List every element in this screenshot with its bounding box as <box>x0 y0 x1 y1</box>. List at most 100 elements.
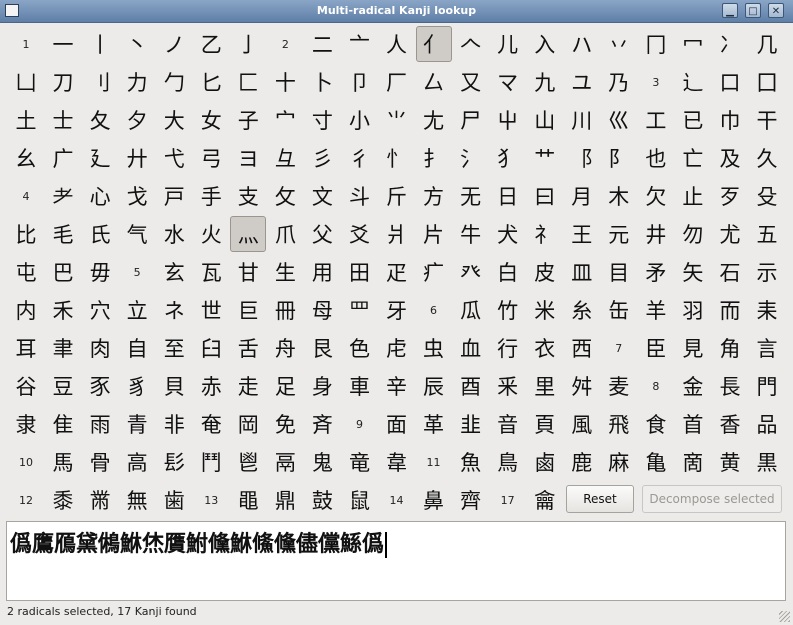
radical-button[interactable]: 勹 <box>156 64 192 100</box>
radical-button[interactable]: 及 <box>712 140 748 176</box>
radical-button[interactable]: 角 <box>712 330 748 366</box>
radical-button[interactable]: 礻 <box>527 216 563 252</box>
radical-button[interactable]: 尢 <box>416 102 452 138</box>
radical-button[interactable]: マ <box>490 64 526 100</box>
radical-button[interactable]: 已 <box>675 102 711 138</box>
radical-button[interactable]: 土 <box>8 102 44 138</box>
radical-button[interactable]: 卜 <box>304 64 340 100</box>
radical-button[interactable]: 飛 <box>601 406 637 442</box>
radical-button[interactable]: ⻏ <box>564 140 600 176</box>
radical-button[interactable]: 疒 <box>416 254 452 290</box>
radical-button[interactable]: 鹿 <box>564 444 600 480</box>
radical-button[interactable]: 韭 <box>453 406 489 442</box>
radical-button[interactable]: 穴 <box>82 292 118 328</box>
radical-button[interactable]: 身 <box>304 368 340 404</box>
radical-button[interactable]: 歹 <box>712 178 748 214</box>
radical-button[interactable]: 鳥 <box>490 444 526 480</box>
radical-button[interactable]: 魚 <box>453 444 489 480</box>
radical-button[interactable]: ネ <box>156 292 192 328</box>
radical-button[interactable]: 戸 <box>156 178 192 214</box>
radical-button[interactable]: 青 <box>119 406 155 442</box>
radical-button[interactable]: 瓜 <box>453 292 489 328</box>
radical-button[interactable]: 匚 <box>230 64 266 100</box>
radical-button[interactable]: 辛 <box>379 368 415 404</box>
radical-button[interactable]: 九 <box>527 64 563 100</box>
radical-button[interactable]: 亅 <box>230 26 266 62</box>
radical-button[interactable]: 里 <box>527 368 563 404</box>
radical-button[interactable]: 丨 <box>82 26 118 62</box>
radical-button[interactable]: 示 <box>749 254 785 290</box>
radical-button[interactable]: 几 <box>749 26 785 62</box>
radical-button[interactable]: 虍 <box>379 330 415 366</box>
radical-button[interactable]: 巴 <box>45 254 81 290</box>
radical-button[interactable]: 舛 <box>564 368 600 404</box>
radical-button[interactable]: 革 <box>416 406 452 442</box>
radical-button[interactable]: 刀 <box>45 64 81 100</box>
radical-button[interactable]: 氏 <box>82 216 118 252</box>
radical-button[interactable]: 一 <box>45 26 81 62</box>
radical-button[interactable]: 辰 <box>416 368 452 404</box>
radical-button[interactable]: ノ <box>156 26 192 62</box>
radical-button[interactable]: 攵 <box>267 178 303 214</box>
radical-button[interactable]: 至 <box>156 330 192 366</box>
radical-button[interactable]: 舌 <box>230 330 266 366</box>
radical-button[interactable]: 斤 <box>379 178 415 214</box>
radical-button[interactable]: ヨ <box>230 140 266 176</box>
maximize-icon[interactable]: □ <box>745 3 761 18</box>
radical-button[interactable]: 皮 <box>527 254 563 290</box>
radical-button[interactable]: 糸 <box>564 292 600 328</box>
radical-button[interactable]: 鬯 <box>230 444 266 480</box>
radical-button[interactable]: 黄 <box>712 444 748 480</box>
radical-button[interactable]: 鼻 <box>416 482 452 518</box>
radical-button[interactable]: 立 <box>119 292 155 328</box>
radical-button[interactable]: 食 <box>638 406 674 442</box>
radical-button[interactable]: 酉 <box>453 368 489 404</box>
radical-button[interactable]: 巛 <box>601 102 637 138</box>
radical-button[interactable]: 鬥 <box>193 444 229 480</box>
radical-button[interactable]: 隹 <box>45 406 81 442</box>
radical-button[interactable]: 赤 <box>193 368 229 404</box>
radical-button[interactable]: 𠆢 <box>453 26 489 62</box>
radical-button[interactable]: 尤 <box>712 216 748 252</box>
radical-button[interactable]: 龠 <box>527 482 563 518</box>
radical-button[interactable]: 彑 <box>267 140 303 176</box>
radical-button[interactable]: 鼓 <box>304 482 340 518</box>
radical-button[interactable]: 豆 <box>45 368 81 404</box>
radical-button[interactable]: 肉 <box>82 330 118 366</box>
radical-button[interactable]: 幺 <box>8 140 44 176</box>
radical-button[interactable]: 矛 <box>638 254 674 290</box>
radical-button[interactable]: 臼 <box>193 330 229 366</box>
radical-button[interactable]: 曰 <box>527 178 563 214</box>
radical-button[interactable]: 毛 <box>45 216 81 252</box>
radical-button[interactable]: 犭 <box>490 140 526 176</box>
radical-button[interactable]: 而 <box>712 292 748 328</box>
radical-button[interactable]: 禾 <box>45 292 81 328</box>
radical-button[interactable]: 釆 <box>490 368 526 404</box>
radical-button[interactable]: 目 <box>601 254 637 290</box>
radical-button[interactable]: 西 <box>564 330 600 366</box>
radical-button[interactable]: ⻌ <box>675 64 711 100</box>
radical-button[interactable]: 香 <box>712 406 748 442</box>
radical-button[interactable]: 凵 <box>8 64 44 100</box>
radical-button[interactable]: 啇 <box>675 444 711 480</box>
radical-button[interactable]: 心 <box>82 178 118 214</box>
radical-button[interactable]: 鬲 <box>267 444 303 480</box>
kanji-results-field[interactable]: 僞鷹鴈黛鵂鮴烋贋鮒儵鮴鯈儵儘儻鯀僞 <box>6 521 786 601</box>
radical-button[interactable]: 文 <box>304 178 340 214</box>
radical-button[interactable]: 冂 <box>638 26 674 62</box>
radical-button[interactable]: 鹵 <box>527 444 563 480</box>
radical-button[interactable]: 言 <box>749 330 785 366</box>
radical-button[interactable]: 舟 <box>267 330 303 366</box>
radical-button[interactable]: 五 <box>749 216 785 252</box>
radical-button[interactable]: 鬼 <box>304 444 340 480</box>
radical-button[interactable]: 髟 <box>156 444 192 480</box>
radical-button[interactable]: 巨 <box>230 292 266 328</box>
radical-button[interactable]: 爪 <box>267 216 303 252</box>
radical-button[interactable]: 斉 <box>304 406 340 442</box>
radical-button[interactable]: 罒 <box>341 292 377 328</box>
radical-button[interactable]: 矢 <box>675 254 711 290</box>
radical-button[interactable]: 疋 <box>379 254 415 290</box>
radical-button[interactable]: 品 <box>749 406 785 442</box>
radical-button[interactable]: 廴 <box>82 140 118 176</box>
radical-button[interactable]: 口 <box>712 64 748 100</box>
